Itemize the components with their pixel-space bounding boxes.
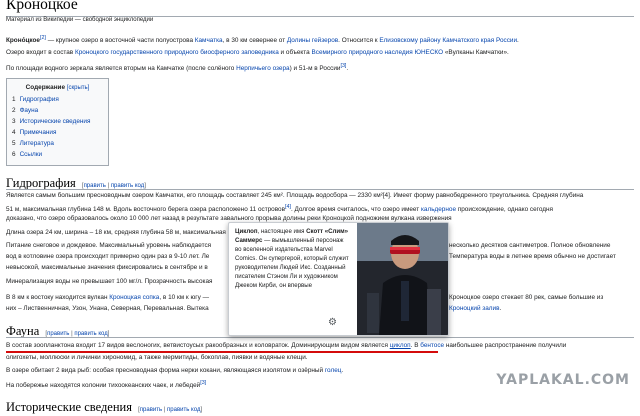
link-unesco[interactable]: ЮНЕСКО <box>414 49 443 56</box>
hydro-p5-line2b: Кроноцкий залив. <box>449 305 502 312</box>
link-preview-popup[interactable]: Циклоп, настоящее имя Скотт «Слим» Самме… <box>228 222 449 336</box>
hydro-p4: Минерализация воды не превышает 100 мг/л… <box>6 278 213 285</box>
cyclops-cosplay-image <box>357 223 448 335</box>
gear-icon[interactable]: ⚙ <box>328 317 337 328</box>
hydro-p3-line2b: Температура воды в летнее время обычно н… <box>449 253 616 260</box>
link-kronotsky-gulf[interactable]: Кроноцкий залив <box>449 305 499 312</box>
divider <box>6 189 634 190</box>
divider <box>6 337 634 338</box>
link-caldera[interactable]: кальдерное <box>421 206 456 213</box>
hydro-p3-line1a: Питание снеговое и дождевое. Максимальны… <box>6 242 212 249</box>
hydro-p3-line2a: вод в котловине озера происходит примерн… <box>6 253 210 260</box>
link-kamchatka-krai[interactable]: Камчатского края <box>442 37 494 44</box>
toc-item-hydrography[interactable]: 1 Гидрография <box>12 96 59 103</box>
link-kamchatka[interactable]: Камчатка <box>195 37 223 44</box>
link-russia[interactable]: России <box>496 37 517 44</box>
hydro-p5-line1a: В 8 км к востоку находится вулкан Кроноц… <box>6 294 209 301</box>
link-char[interactable]: голец <box>325 367 342 374</box>
heading-hydrography: Гидрография <box>6 176 76 190</box>
edit-code-link[interactable]: править код <box>167 407 200 413</box>
toc-item-notes[interactable]: 4 Примечания <box>12 129 56 136</box>
section-history: Исторические сведения [править | править… <box>6 398 202 416</box>
watermark: YAPLAKAL.COM <box>496 372 630 388</box>
toc-toggle[interactable]: [скрыть] <box>67 85 89 91</box>
link-geysers[interactable]: Долины гейзеров <box>287 37 338 44</box>
fauna-p1-line1: В состав зоопланктона входит 17 видов ве… <box>6 342 567 349</box>
link-nerpichye[interactable]: Нерпичьего озера <box>236 65 290 72</box>
hydro-p1-line2: 51 м, максимальная глубина 148 м. Вдоль … <box>6 204 553 214</box>
fauna-p1-line2: олигохеты, моллюски и личинки хирономид,… <box>6 354 308 361</box>
intro-bold-title: Кроно́цкое <box>6 37 40 45</box>
page-subtitle: Материал из Википедии — свободной энцикл… <box>6 17 154 23</box>
toc-item-literature[interactable]: 5 Литература <box>12 140 54 147</box>
hydro-p3-line1b: несколько десятков сантиметров. Полное о… <box>449 242 611 249</box>
heading-fauna: Фауна <box>6 324 40 338</box>
intro-line-1: Кроно́цкое[2] — крупное озеро в восточно… <box>6 35 519 45</box>
intro-line-3: По площади водного зеркала является втор… <box>6 63 349 73</box>
table-of-contents: Содержание [скрыть] 1 Гидрография 2 Фауна … <box>6 78 109 166</box>
link-cyclops[interactable]: циклоп <box>390 342 411 349</box>
edit-links: [править | править код] <box>138 407 203 413</box>
link-benthos[interactable]: бентосе <box>420 342 444 349</box>
hydro-p2: Длина озера 24 км, ширина – 18 км, средн… <box>6 229 226 236</box>
hydro-p5-line1b: Кроноцкое озеро стекает 80 рек, самые бо… <box>449 294 604 301</box>
hydro-p3-line3: невысокой, максимальные значения фиксиро… <box>6 264 208 271</box>
toc-item-links[interactable]: 6 Ссылки <box>12 151 42 158</box>
popup-image <box>357 223 448 335</box>
intro-line-2: Озеро входит в состав Кроноцкого государ… <box>6 49 509 56</box>
hydro-p5-line2a: них – Лиственничная, Узон, Унана, Северн… <box>6 305 209 312</box>
ref-link[interactable]: [3] <box>200 380 206 386</box>
toc-title: Содержание [скрыть] <box>25 84 90 91</box>
toc-item-fauna[interactable]: 2 Фауна <box>12 107 38 114</box>
link-reserve[interactable]: Кроноцкого государственного природного б… <box>75 49 279 56</box>
hydro-p1-line1: Является самым большим пресноводным озер… <box>6 192 584 199</box>
link-kronotskaya-sopka[interactable]: Кроноцкая сопка <box>109 294 159 301</box>
edit-link[interactable]: править <box>140 407 162 413</box>
page-title: Кроноцкое <box>6 0 78 13</box>
link-world-heritage[interactable]: Всемирного природного наследия <box>312 49 413 56</box>
popup-text: Циклоп, настоящее имя Скотт «Слим» Самме… <box>235 228 349 289</box>
link-elizovo[interactable]: Елизовскому району <box>379 37 440 44</box>
toc-item-history[interactable]: 3 Исторические сведения <box>12 118 90 125</box>
